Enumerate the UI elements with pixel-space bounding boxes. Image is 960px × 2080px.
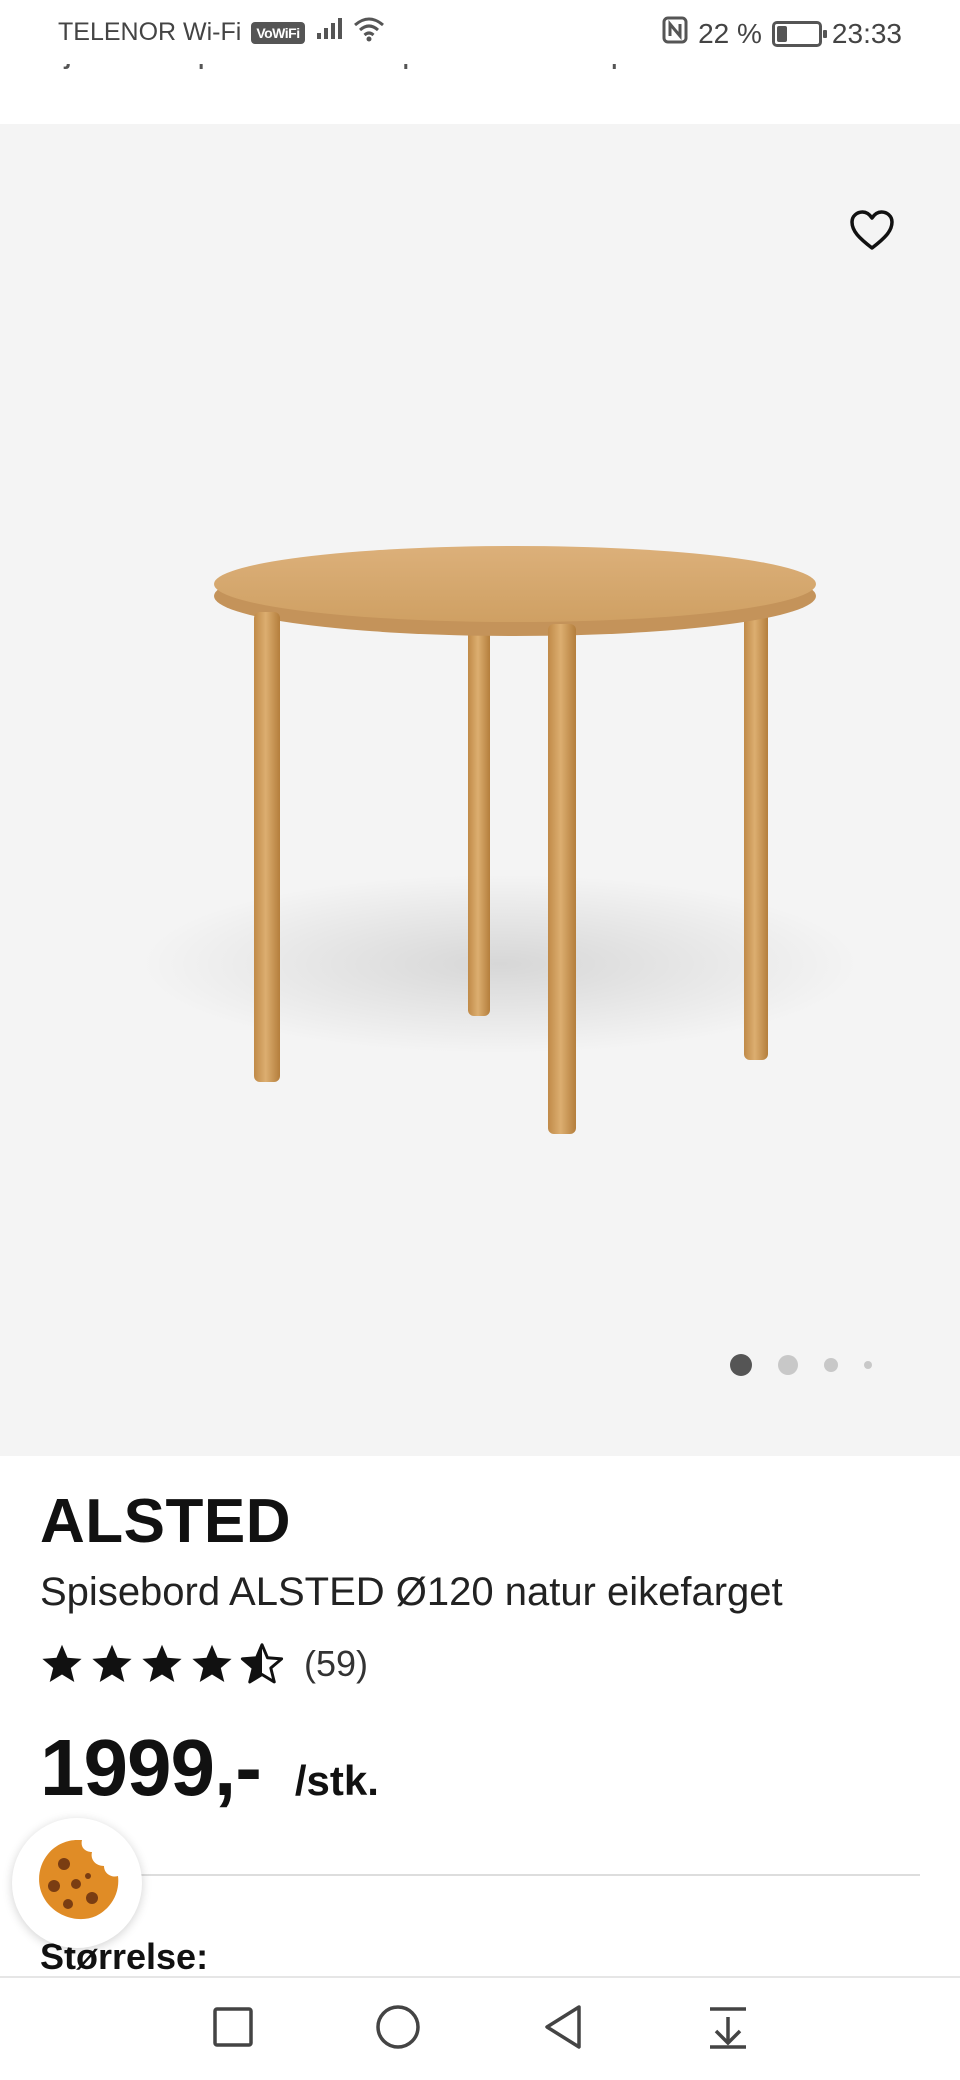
triangle-back-icon (541, 2003, 585, 2056)
star-full-icon (192, 1644, 232, 1682)
battery-fill (776, 25, 787, 42)
star-full-icon (92, 1644, 132, 1682)
gallery-dot-3[interactable] (824, 1358, 838, 1372)
gallery-pagination (730, 1354, 872, 1376)
product-gallery[interactable] (0, 124, 960, 1456)
recents-button[interactable] (201, 1997, 265, 2061)
battery-icon (771, 20, 827, 47)
vowifi-badge: VoWiFi (251, 21, 305, 44)
notification-pull-button[interactable] (696, 1997, 760, 2061)
status-bar: TELENOR Wi-Fi VoWiFi 22 % 23:33 (0, 0, 960, 64)
product-image (140, 546, 860, 1134)
clock: 23:33 (831, 17, 902, 49)
nfc-icon (662, 16, 688, 51)
status-left: TELENOR Wi-Fi VoWiFi (58, 16, 385, 49)
cookie-icon (32, 1836, 122, 1931)
gallery-dot-2[interactable] (778, 1355, 798, 1375)
heart-outline-icon (849, 209, 895, 256)
product-brand: ALSTED (40, 1487, 291, 1556)
rating[interactable]: (59) (40, 1642, 368, 1686)
price-row: 1999,- /stk. (40, 1722, 379, 1814)
star-half-icon (240, 1643, 284, 1684)
download-tray-icon (706, 2003, 750, 2056)
battery-percent: 22 % (698, 17, 762, 49)
square-recents-icon (211, 2005, 255, 2054)
gallery-dot-4[interactable] (864, 1361, 872, 1369)
home-button[interactable] (366, 1997, 430, 2061)
favorite-button[interactable] (844, 204, 900, 260)
system-nav-bar (0, 1976, 960, 2080)
signal-icon (315, 17, 343, 48)
price: 1999,- (40, 1723, 262, 1812)
circle-home-icon (374, 2003, 422, 2056)
cookie-settings-button[interactable] (12, 1818, 142, 1948)
divider (40, 1874, 920, 1876)
price-unit: /stk. (294, 1757, 379, 1804)
carrier-label: TELENOR Wi-Fi (58, 18, 242, 46)
wifi-icon (353, 16, 385, 49)
star-full-icon (142, 1644, 182, 1682)
gallery-dot-1[interactable] (730, 1354, 752, 1376)
rating-count: (59) (304, 1643, 369, 1684)
product-name: Spisebord ALSTED Ø120 natur eikefarget (40, 1570, 783, 1614)
star-full-icon (42, 1644, 82, 1682)
status-right: 22 % 23:33 (662, 16, 902, 51)
back-button[interactable] (531, 1997, 595, 2061)
